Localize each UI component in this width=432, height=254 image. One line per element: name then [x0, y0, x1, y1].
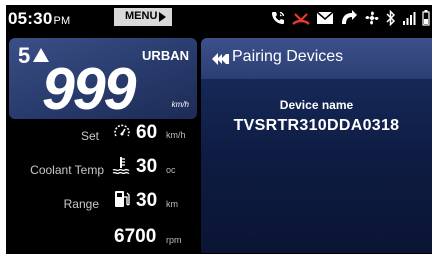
coolant-temp-unit: oc — [166, 165, 176, 175]
range-unit: km — [166, 199, 178, 209]
speed-readout: 999 — [42, 56, 136, 122]
coolant-temp-value: 30 — [136, 156, 158, 177]
phone-call-icon — [272, 11, 285, 24]
coolant-temp-icon — [112, 157, 130, 174]
range-value: 30 — [136, 190, 158, 211]
clock: 05:30PM — [8, 9, 70, 29]
message-icon — [316, 11, 334, 24]
status-icons — [270, 7, 430, 29]
device-name-value[interactable]: TVSRTR310DDA0318 — [201, 117, 432, 135]
fan-icon — [365, 11, 379, 25]
back-arrow-icon[interactable] — [212, 53, 230, 65]
rpm-value: 6700 — [114, 226, 157, 247]
speed-panel: 5 URBAN 999 km/h — [9, 38, 197, 119]
pairing-title: Pairing Devices — [232, 48, 344, 65]
signal-icon — [403, 12, 416, 25]
cluster-screen: 05:30PM MENU 5 URBAN 999 km/h Set 60 km/… — [6, 5, 432, 254]
menu-button-label: MENU — [125, 10, 158, 22]
menu-arrow-icon — [159, 12, 166, 22]
range-label: Range — [63, 197, 99, 211]
set-speed-label: Set — [80, 129, 99, 143]
ride-mode: URBAN — [142, 48, 189, 63]
gear-number: 5 — [18, 43, 31, 68]
device-name-label: Device name — [279, 98, 354, 112]
clock-time: 05:30 — [8, 9, 53, 28]
speedometer-icon — [114, 124, 130, 137]
set-speed-value: 60 — [136, 122, 158, 143]
pairing-panel: Pairing Devices Device name TVSRTR310DDA… — [201, 38, 432, 253]
battery-icon — [422, 10, 430, 26]
pairing-header: Pairing Devices — [201, 38, 432, 79]
navigation-icon — [342, 10, 357, 24]
speed-unit: km/h — [171, 100, 189, 109]
coolant-temp-label: Coolant Temp — [30, 163, 104, 177]
fuel-pump-icon — [115, 191, 130, 207]
bluetooth-icon — [386, 10, 396, 26]
clock-ampm: PM — [53, 15, 71, 27]
menu-button[interactable]: MENU — [114, 8, 172, 26]
set-speed-unit: km/h — [166, 130, 186, 140]
missed-call-icon — [292, 13, 310, 25]
rpm-unit: rpm — [166, 235, 182, 245]
